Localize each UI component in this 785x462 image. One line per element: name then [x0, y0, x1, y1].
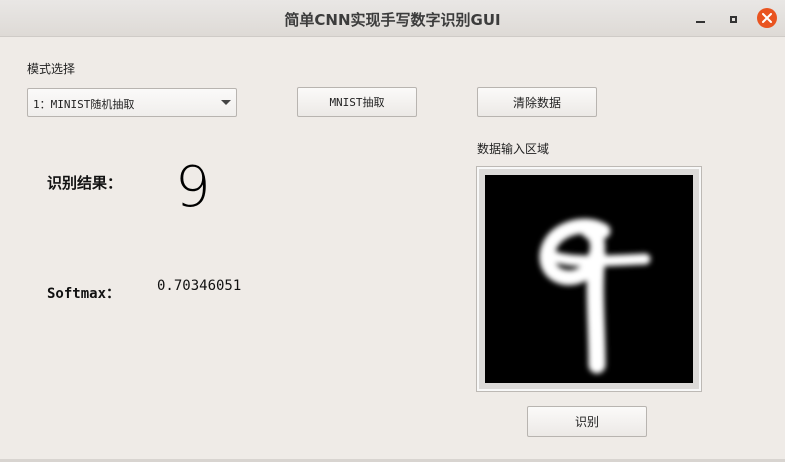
recognize-button[interactable]: 识别: [527, 406, 647, 437]
input-canvas[interactable]: [485, 175, 693, 383]
clear-data-button[interactable]: 清除数据: [477, 87, 597, 117]
mode-select-value: 1：MINIST随机抽取: [33, 98, 135, 111]
app-window: 简单CNN实现手写数字识别GUI 模式选择 1：MINIST随机抽取 MNIST…: [0, 0, 785, 462]
window-title: 简单CNN实现手写数字识别GUI: [284, 11, 501, 29]
result-label: 识别结果：: [47, 174, 123, 192]
maximize-button[interactable]: [723, 9, 743, 29]
softmax-value: 0.70346051: [157, 278, 242, 294]
close-icon: [762, 13, 772, 23]
maximize-icon: [729, 15, 737, 23]
input-area-label: 数据输入区域: [477, 142, 550, 156]
title-bar[interactable]: 简单CNN实现手写数字识别GUI: [0, 0, 785, 37]
input-canvas-frame: [476, 166, 702, 392]
chevron-down-icon: [221, 100, 231, 105]
softmax-label: Softmax：: [47, 286, 121, 302]
handwritten-digit-image: [539, 218, 651, 374]
mode-label: 模式选择: [27, 62, 76, 76]
mode-select[interactable]: 1：MINIST随机抽取: [27, 88, 237, 117]
minimize-button[interactable]: [690, 9, 710, 29]
minimize-icon: [695, 21, 705, 23]
close-button[interactable]: [757, 8, 777, 28]
result-value: 9: [175, 155, 211, 220]
mnist-sample-button[interactable]: MNIST抽取: [297, 87, 417, 117]
